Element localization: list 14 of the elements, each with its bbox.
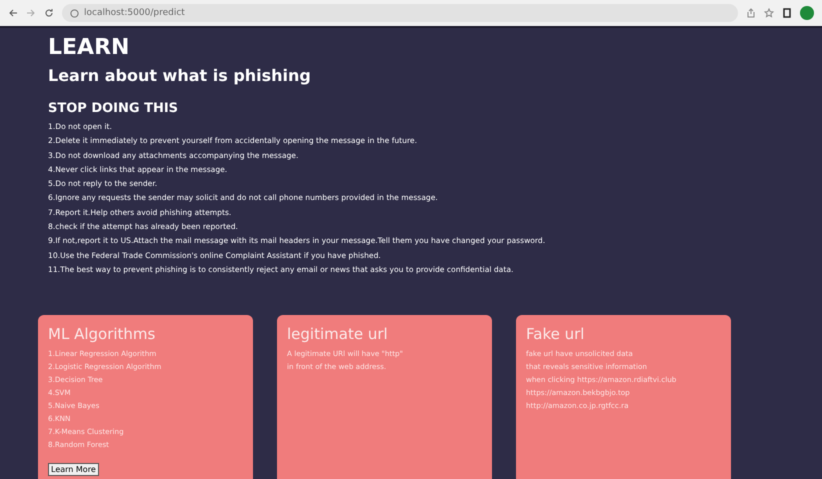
card-title: ML Algorithms bbox=[48, 325, 156, 344]
avatar-icon[interactable] bbox=[800, 6, 814, 20]
back-icon[interactable] bbox=[8, 8, 18, 18]
page-subtitle: Learn about what is phishing bbox=[48, 66, 312, 85]
learn-more-button[interactable]: Learn More bbox=[48, 463, 99, 476]
reload-icon[interactable] bbox=[44, 8, 54, 18]
section-heading: STOP DOING THIS bbox=[48, 101, 180, 116]
card-title: Fake url bbox=[526, 325, 584, 344]
url-text: localhost:5000/predict bbox=[84, 8, 185, 18]
page-title: LEARN bbox=[48, 34, 130, 62]
share-icon[interactable] bbox=[746, 8, 756, 18]
star-icon[interactable] bbox=[764, 8, 774, 18]
address-bar[interactable]: localhost:5000/predict bbox=[62, 4, 738, 22]
card-title: legitimate url bbox=[287, 325, 388, 344]
